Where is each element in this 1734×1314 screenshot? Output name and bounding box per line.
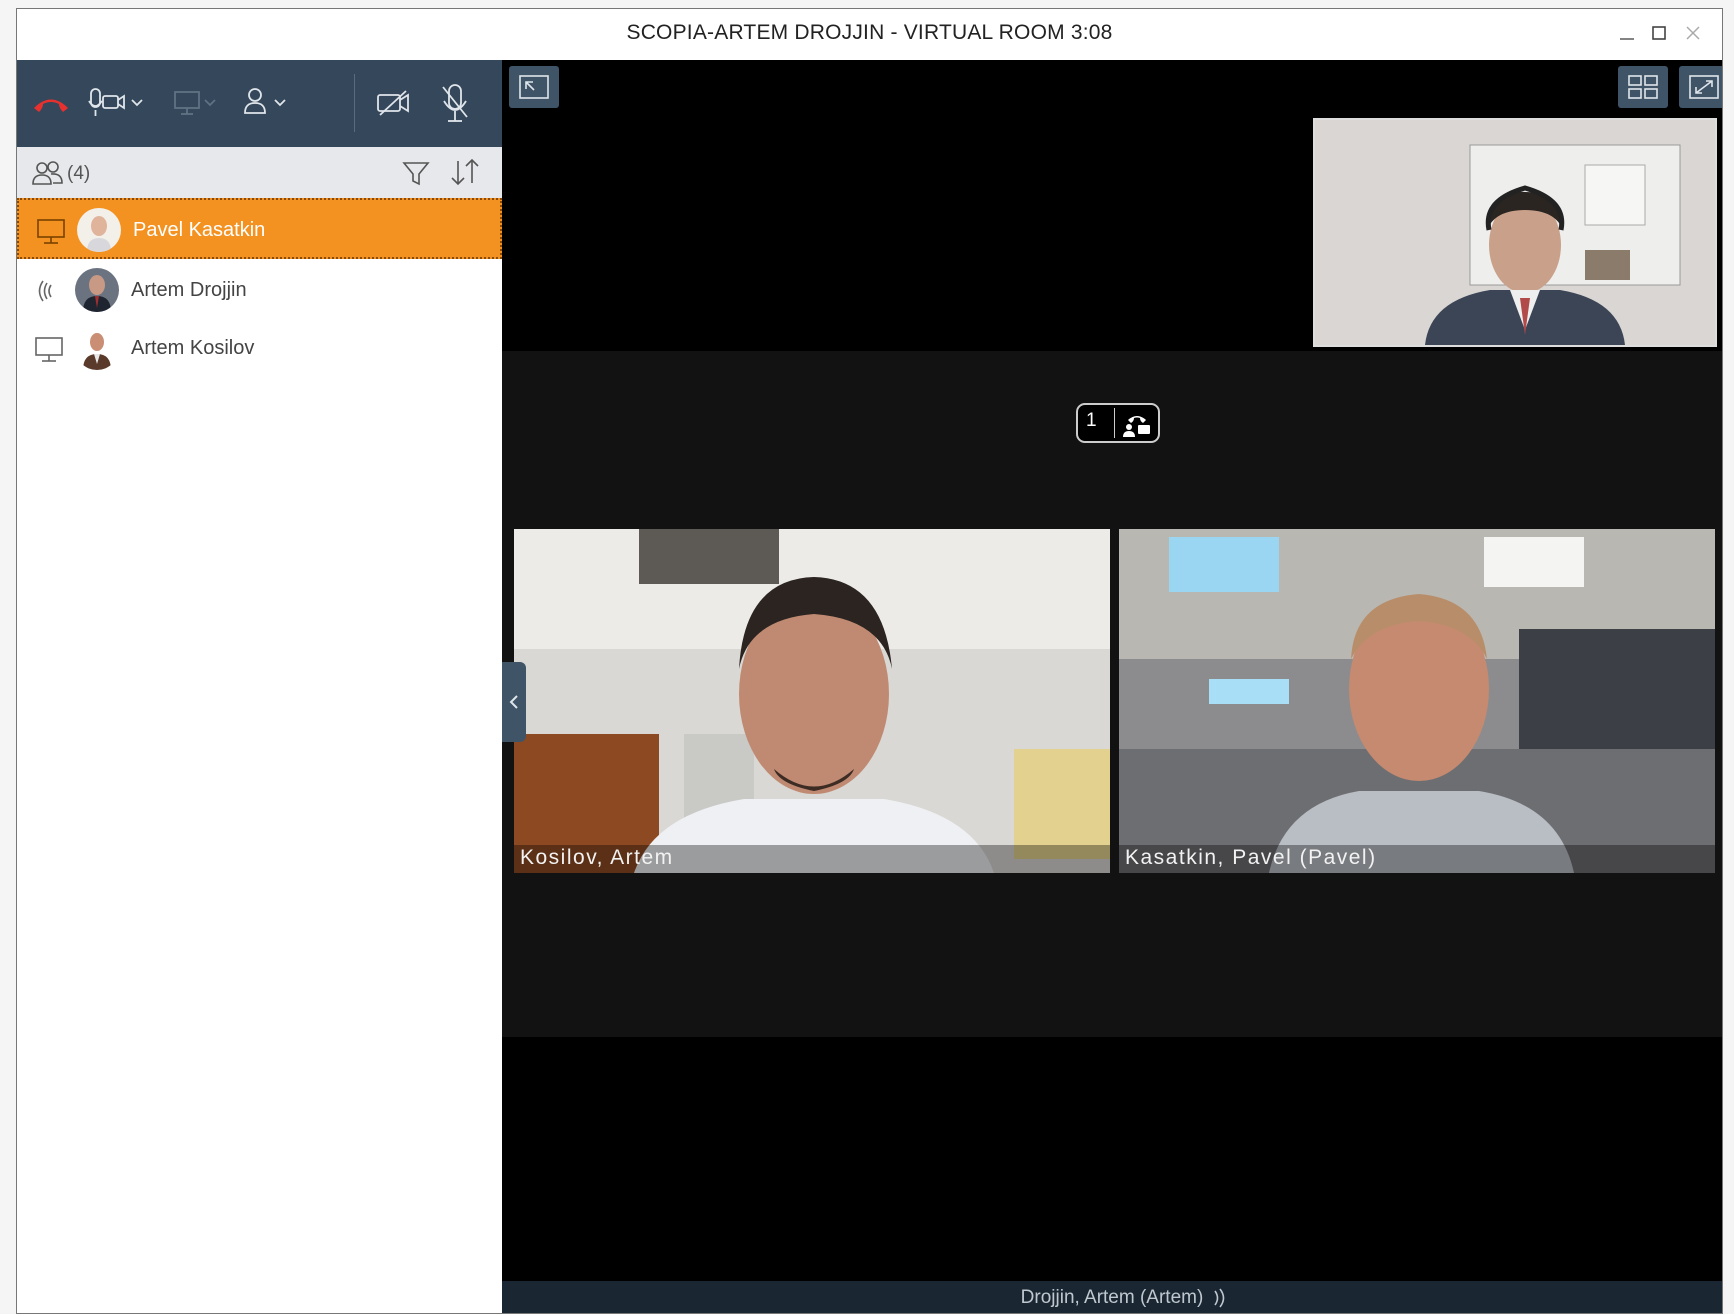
call-toolbar xyxy=(17,60,502,147)
layout-grid-button[interactable] xyxy=(1618,66,1668,108)
participant-row-artem-drojjin[interactable]: Artem Drojjin xyxy=(17,260,502,321)
sidebar: (4) Pavel Kasatkin Artem Drojjin Artem K… xyxy=(17,60,502,1313)
participant-name: Artem Drojjin xyxy=(131,279,247,301)
avatar xyxy=(77,208,121,252)
fullscreen-icon xyxy=(1689,75,1719,99)
self-view-image xyxy=(1315,120,1715,345)
status-bar: Drojjin, Artem (Artem) xyxy=(502,1281,1722,1313)
video-tile-kosilov[interactable]: Kosilov, Artem xyxy=(514,529,1110,873)
camera-off-button[interactable] xyxy=(372,76,416,130)
layout-number: 1 xyxy=(1086,410,1097,431)
video-area: 1 Kosilov, Artem Kasatkin, Pavel (Pavel)… xyxy=(502,60,1722,1313)
participant-list-header: (4) xyxy=(17,147,502,198)
app-window: SCOPIA-ARTEM DROJJIN - VIRTUAL ROOM 3:08 xyxy=(16,8,1723,1314)
self-view-video[interactable] xyxy=(1313,118,1717,347)
exit-fullscreen-button[interactable] xyxy=(509,66,559,108)
active-speaker: Drojjin, Artem (Artem) xyxy=(1020,1287,1204,1308)
maximize-icon[interactable] xyxy=(1646,23,1672,49)
minimize-window-icon xyxy=(519,75,549,99)
microphone-camera-icon xyxy=(88,88,143,116)
video-feed xyxy=(1119,529,1715,873)
grid-layout-icon xyxy=(1628,75,1658,99)
minimize-icon[interactable] xyxy=(1614,23,1640,49)
speaking-icon xyxy=(38,280,52,302)
participants-icon xyxy=(32,161,63,185)
presentation-icon xyxy=(35,337,63,362)
toolbar-divider xyxy=(354,74,355,132)
title-bar: SCOPIA-ARTEM DROJJIN - VIRTUAL ROOM 3:08 xyxy=(17,9,1722,60)
participant-icon xyxy=(244,88,286,114)
microphone-off-button[interactable] xyxy=(433,76,477,130)
participant-name: Artem Kosilov xyxy=(131,337,255,359)
sort-icon[interactable] xyxy=(447,157,483,187)
avatar xyxy=(75,268,119,312)
filter-icon[interactable] xyxy=(401,159,431,187)
participant-row-artem-kosilov[interactable]: Artem Kosilov xyxy=(17,318,502,379)
camera-off-icon xyxy=(377,90,409,116)
fullscreen-button[interactable] xyxy=(1679,66,1722,108)
hangup-icon[interactable] xyxy=(29,76,73,130)
layout-indicator: 1 xyxy=(1076,403,1160,443)
participant-name: Pavel Kasatkin xyxy=(133,219,266,241)
presentation-icon xyxy=(37,219,65,244)
video-tile-label: Kasatkin, Pavel (Pavel) xyxy=(1119,845,1715,873)
share-screen-icon xyxy=(174,91,216,115)
participant-count: (4) xyxy=(67,163,91,184)
window-title: SCOPIA-ARTEM DROJJIN - VIRTUAL ROOM 3:08 xyxy=(626,21,1113,44)
video-tile-label: Kosilov, Artem xyxy=(514,845,1110,873)
conference-phone-icon xyxy=(1123,416,1150,437)
participant-menu-button[interactable] xyxy=(239,76,295,130)
close-icon[interactable] xyxy=(1680,23,1706,49)
speaking-icon xyxy=(1214,1288,1225,1308)
video-tile-kasatkin[interactable]: Kasatkin, Pavel (Pavel) xyxy=(1119,529,1715,873)
microphone-camera-button[interactable] xyxy=(87,76,149,130)
collapse-sidebar-button[interactable] xyxy=(502,662,526,742)
participant-row-pavel-kasatkin[interactable]: Pavel Kasatkin xyxy=(17,198,502,259)
chevron-left-icon xyxy=(509,695,518,709)
video-feed xyxy=(514,529,1110,873)
share-screen-button[interactable] xyxy=(171,76,221,130)
avatar xyxy=(75,326,119,370)
microphone-off-icon xyxy=(442,84,468,122)
